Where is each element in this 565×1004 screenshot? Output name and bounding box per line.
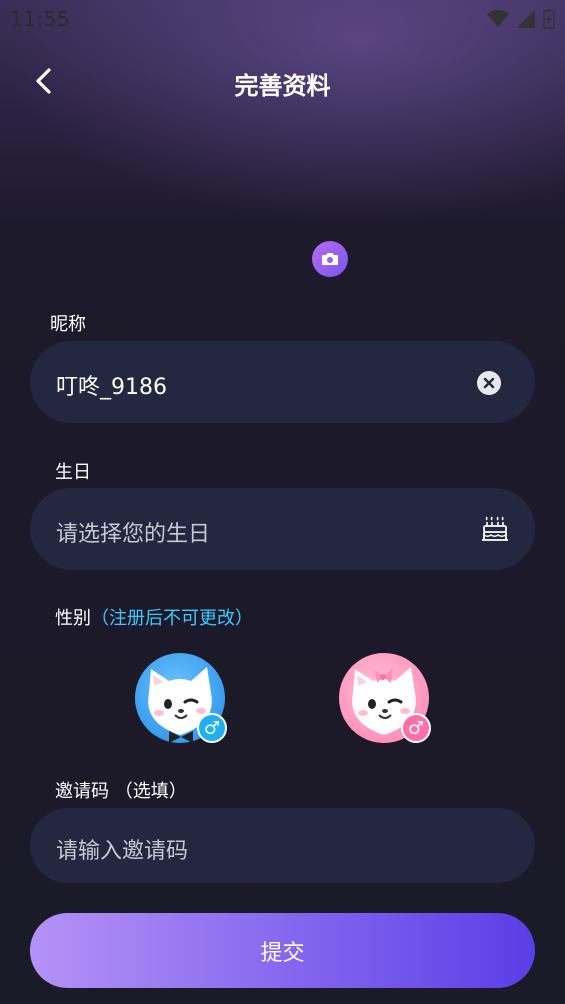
nickname-value[interactable]: 叮咚_9186 [56, 369, 167, 401]
invite-code-field[interactable]: 请输入邀请码 [30, 808, 535, 883]
status-time: 11:55 [10, 7, 71, 31]
male-avatar-option[interactable]: ♂ [135, 653, 227, 743]
page-title: 完善资料 [234, 72, 331, 100]
female-avatar-option[interactable]: ♂ [339, 653, 431, 743]
birthday-label: 生日 [55, 462, 91, 483]
battery-icon [543, 9, 555, 29]
cake-icon[interactable] [481, 515, 509, 543]
invite-placeholder: 请输入邀请码 [56, 839, 189, 864]
status-bar: 11:55 [0, 0, 565, 38]
nickname-field[interactable]: 叮咚_9186 [30, 341, 535, 423]
female-badge: ♂ [401, 713, 431, 743]
gender-label-text: 性别 [55, 608, 91, 629]
clear-icon[interactable] [477, 371, 501, 395]
wifi-icon [487, 10, 509, 27]
birthday-placeholder: 请选择您的生日 [56, 522, 211, 547]
male-badge: ♂ [197, 713, 227, 743]
nickname-label: 昵称 [50, 314, 86, 335]
top-bar: 完善资料 [0, 50, 565, 112]
camera-icon [322, 253, 338, 265]
gender-hint: （注册后不可更改） [91, 608, 253, 629]
birthday-field[interactable]: 请选择您的生日 [30, 488, 535, 570]
status-icons [487, 8, 555, 30]
submit-button[interactable]: 提交 [30, 913, 535, 988]
signal-icon [517, 10, 535, 28]
avatar-upload-button[interactable] [312, 241, 348, 277]
gender-label: 性别（注册后不可更改） [55, 604, 253, 630]
invite-label: 邀请码 （选填） [55, 781, 187, 802]
